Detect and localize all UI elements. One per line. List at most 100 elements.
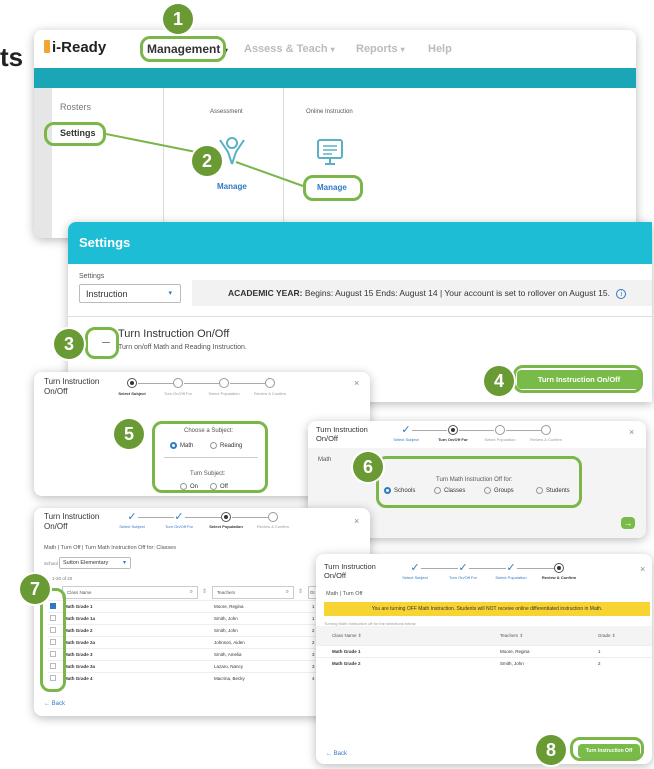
step-connector bbox=[185, 517, 221, 518]
wizard-title: Turn Instruction On/Off bbox=[44, 377, 100, 396]
academic-year-bar: ACADEMIC YEAR: Begins: August 15 Ends: A… bbox=[192, 280, 652, 306]
sort-icon: ⇕ bbox=[357, 633, 362, 638]
highlight-manage bbox=[303, 175, 363, 201]
teacher-name: Lazaro, Nancy bbox=[214, 664, 244, 669]
review-col-teachers[interactable]: Teachers ⇕ bbox=[500, 633, 523, 639]
step-2 bbox=[173, 378, 183, 388]
review-confirm-card: Turn Instruction On/Off ✓ ✓ ✓ Select Sub… bbox=[316, 554, 652, 764]
highlight-subject bbox=[152, 421, 268, 493]
table-row[interactable]: Math Grade 2a Johnson, Aiden 2 bbox=[48, 636, 358, 647]
step-1-label: Select Subject bbox=[118, 391, 146, 396]
online-instruction-column: Online Instruction Manage bbox=[284, 88, 636, 238]
table-row[interactable]: Math Grade 3 Smith, Amelia 3 bbox=[48, 648, 358, 659]
step-4-current bbox=[554, 563, 564, 573]
step-1-label: Select Subject bbox=[119, 524, 145, 529]
step-1-done-check-icon: ✓ bbox=[401, 424, 411, 436]
step-2-label: Turn On/Off For bbox=[164, 524, 194, 529]
next-arrow-button[interactable]: → bbox=[621, 517, 635, 529]
close-icon[interactable]: × bbox=[640, 564, 645, 574]
teal-band bbox=[34, 68, 636, 88]
settings-header: Settings bbox=[68, 222, 652, 264]
highlight-collapse bbox=[85, 327, 119, 359]
assessment-manage-link[interactable]: Manage bbox=[217, 182, 247, 191]
sidebar-item-rosters[interactable]: Rosters bbox=[60, 102, 91, 112]
step-badge-8: 8 bbox=[536, 735, 566, 765]
nav-assess-teach[interactable]: Assess & Teach ▾ bbox=[244, 43, 335, 55]
logo-icon bbox=[44, 40, 50, 53]
population-breadcrumb: Math | Turn Off | Turn Math Instruction … bbox=[44, 545, 176, 551]
step-1-done-check-icon: ✓ bbox=[127, 511, 137, 523]
step-4 bbox=[268, 512, 278, 522]
step-1-label: Select Subject bbox=[402, 575, 428, 580]
step-connector bbox=[412, 430, 447, 431]
info-icon[interactable]: i bbox=[616, 289, 627, 299]
step-badge-4: 4 bbox=[484, 366, 514, 396]
teacher-name: Macrina, Becky bbox=[214, 676, 245, 681]
close-icon[interactable]: × bbox=[354, 516, 359, 526]
table-row[interactable]: Math Grade 1 Moore, Regina 1 bbox=[48, 600, 358, 611]
sort-icon[interactable]: ⇕ bbox=[298, 588, 303, 595]
teacher-name: Smith, Amelia bbox=[214, 652, 242, 657]
wizard-title: Turn Instruction On/Off bbox=[316, 425, 368, 443]
step-connector bbox=[184, 383, 219, 384]
step-4-label: Review & Confirm bbox=[541, 575, 577, 580]
step-3 bbox=[219, 378, 229, 388]
table-row[interactable]: Math Grade 2 Smith, John 2 bbox=[48, 624, 358, 635]
close-icon[interactable]: × bbox=[629, 427, 634, 437]
review-col-class[interactable]: Class Name ⇕ bbox=[332, 633, 362, 639]
sort-icon[interactable]: ⇕ bbox=[202, 588, 207, 595]
result-count: 1-20 of 20 bbox=[52, 576, 73, 581]
highlight-settings bbox=[44, 122, 106, 146]
back-link[interactable]: ← Back bbox=[44, 701, 65, 707]
toggle-section-title: Turn Instruction On/Off bbox=[118, 328, 230, 340]
review-table-header: Class Name ⇕ Teachers ⇕ Grade ⇕ bbox=[316, 626, 652, 645]
highlight-turn-instruction bbox=[513, 365, 643, 393]
class-name-filter[interactable]: Class Name ⌕ bbox=[62, 586, 198, 599]
step-1-label: Select Subject bbox=[393, 437, 419, 442]
step-connector bbox=[138, 517, 174, 518]
nav-help[interactable]: Help bbox=[428, 43, 452, 55]
warning-banner: You are turning OFF Math Instruction. St… bbox=[324, 602, 650, 616]
table-row[interactable]: Math Grade 1a Smith, John 1 bbox=[48, 612, 358, 623]
grade-value: 1 bbox=[312, 604, 315, 609]
teacher-name: Smith, John bbox=[214, 616, 238, 621]
grade-value: 2 bbox=[312, 640, 315, 645]
close-icon[interactable]: × bbox=[354, 378, 359, 388]
school-select[interactable]: Sutton Elementary ▾ bbox=[59, 557, 131, 569]
step-3-done-check-icon: ✓ bbox=[506, 562, 516, 574]
settings-select[interactable]: Instruction ▾ bbox=[79, 284, 181, 303]
nav-reports[interactable]: Reports ▾ bbox=[356, 43, 405, 55]
step-2-done-check-icon: ✓ bbox=[174, 511, 184, 523]
highlight-management bbox=[140, 36, 226, 62]
teacher-name: Smith, John bbox=[214, 628, 238, 633]
step-connector bbox=[138, 383, 173, 384]
step-badge-7: 7 bbox=[20, 574, 50, 604]
step-3-current bbox=[221, 512, 231, 522]
panel-subject-label: Math bbox=[318, 457, 332, 463]
step-1-done-check-icon: ✓ bbox=[410, 562, 420, 574]
teachers-filter[interactable]: Teachers ⌕ bbox=[212, 586, 294, 599]
step-3-label: Select Population bbox=[484, 437, 516, 442]
back-link[interactable]: ← Back bbox=[326, 751, 347, 757]
step-connector bbox=[517, 568, 554, 569]
step-1-current bbox=[127, 378, 137, 388]
table-row[interactable]: Math Grade 3a Lazaro, Nancy 3 bbox=[48, 660, 358, 671]
class-name: Math Grade 4 bbox=[64, 676, 93, 681]
step-connector bbox=[459, 430, 494, 431]
sort-icon: ⇕ bbox=[611, 633, 616, 638]
step-3 bbox=[495, 425, 505, 435]
step-2-label: Turn On/Off For bbox=[163, 391, 193, 396]
review-col-grade[interactable]: Grade ⇕ bbox=[598, 633, 616, 639]
step-2-current bbox=[448, 425, 458, 435]
settings-title: Settings bbox=[79, 235, 131, 250]
step-2-label: Turn On/Off For bbox=[438, 437, 468, 442]
grade-value: 4 bbox=[312, 676, 315, 681]
iready-logo[interactable]: i-Ready bbox=[44, 39, 106, 56]
step-3-label: Select Population bbox=[495, 575, 527, 580]
step-badge-2: 2 bbox=[192, 146, 222, 176]
assessment-title: Assessment bbox=[210, 109, 243, 115]
grade-value: 3 bbox=[312, 664, 315, 669]
step-4 bbox=[541, 425, 551, 435]
step-3-label: Select Population bbox=[208, 391, 240, 396]
table-row[interactable]: Math Grade 4 Macrina, Becky 4 bbox=[48, 672, 358, 683]
